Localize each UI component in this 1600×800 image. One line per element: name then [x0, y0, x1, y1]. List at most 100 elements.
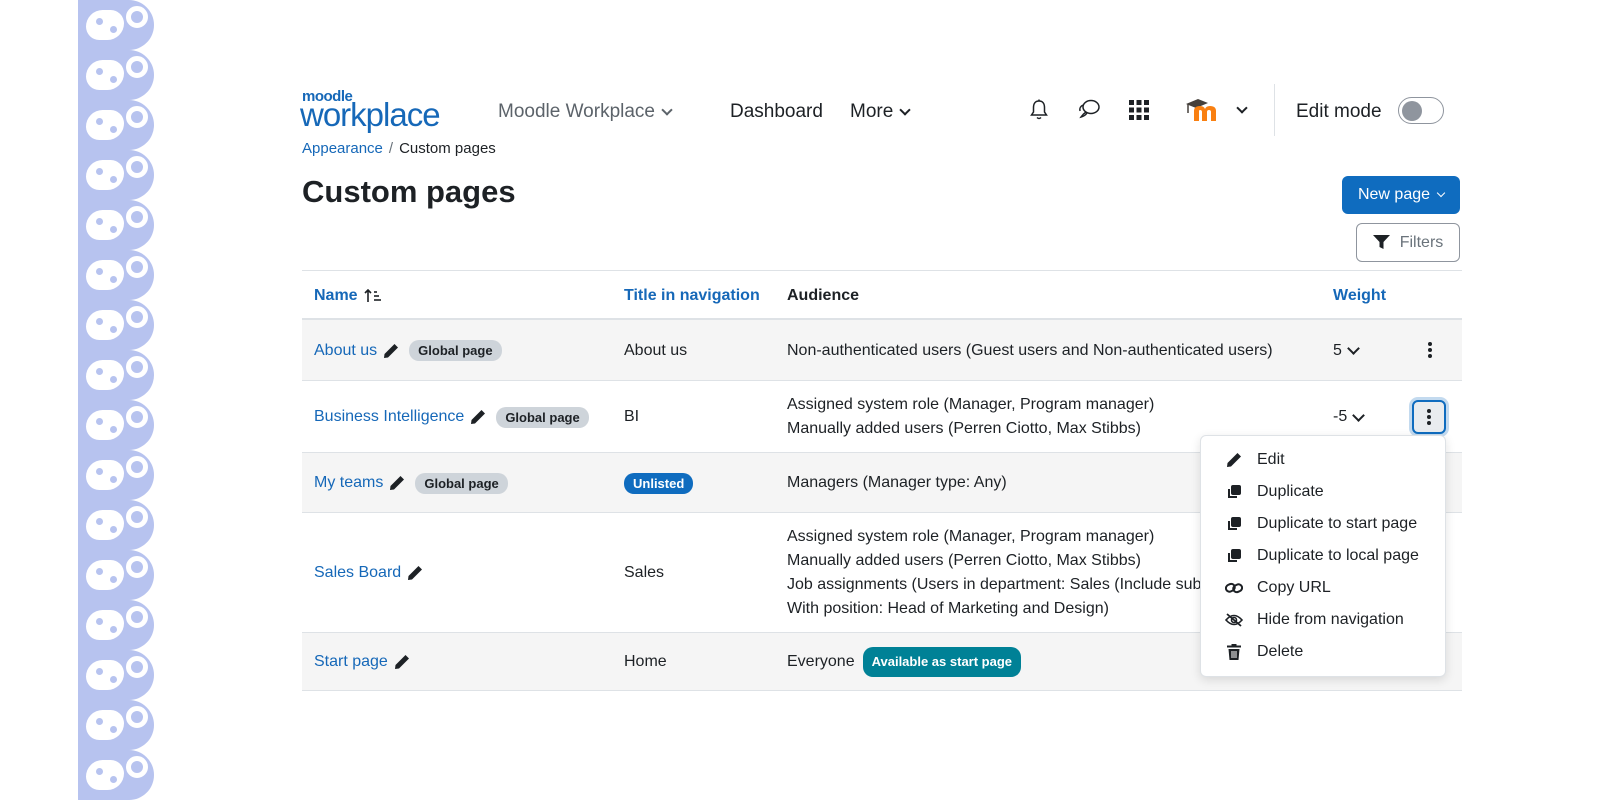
- decorative-shape: [126, 556, 148, 578]
- global-page-badge: Global page: [496, 406, 589, 428]
- copy-icon: [1228, 517, 1241, 530]
- breadcrumb-current: Custom pages: [399, 140, 496, 157]
- copy-icon: [1228, 549, 1241, 562]
- decorative-shape: [86, 310, 124, 340]
- menu-item-duplicate-start[interactable]: Duplicate to start page: [1201, 508, 1445, 540]
- site-logo[interactable]: moodle workplace: [300, 88, 462, 134]
- menu-item-label: Copy URL: [1257, 579, 1331, 596]
- filter-icon: [1372, 235, 1390, 249]
- messages-button[interactable]: [1075, 96, 1103, 124]
- page-name-link[interactable]: My teams: [314, 474, 383, 492]
- filters-button[interactable]: Filters: [1356, 223, 1460, 262]
- edit-mode-toggle[interactable]: [1398, 97, 1444, 124]
- apps-button[interactable]: [1125, 96, 1153, 124]
- decorative-shape: [126, 56, 148, 78]
- decorative-shape: [110, 426, 117, 433]
- page-name-link[interactable]: Business Intelligence: [314, 408, 464, 426]
- decorative-tile: [78, 750, 154, 800]
- edit-name-button[interactable]: [383, 343, 399, 359]
- title-nav-cell: Home: [624, 653, 667, 670]
- breadcrumb-appearance-link[interactable]: Appearance: [302, 140, 383, 157]
- decorative-shape: [126, 156, 148, 178]
- decorative-shape: [110, 626, 117, 633]
- weight-value: 5: [1333, 341, 1342, 359]
- edit-name-button[interactable]: [389, 475, 405, 491]
- trash-icon: [1227, 644, 1241, 660]
- decorative-shape: [110, 376, 117, 383]
- kebab-menu-icon: [1427, 409, 1431, 425]
- nav-dashboard[interactable]: Dashboard: [730, 101, 823, 123]
- menu-item-duplicate[interactable]: Duplicate: [1201, 476, 1445, 508]
- audience-line: Manually added users (Perren Ciotto, Max…: [787, 552, 1141, 569]
- decorative-tile: [78, 300, 154, 350]
- decorative-shape: [110, 576, 117, 583]
- edit-name-button[interactable]: [407, 565, 423, 581]
- decorative-shape: [126, 506, 148, 528]
- decorative-shape: [96, 218, 103, 225]
- chat-icon: [1079, 99, 1100, 119]
- decorative-shape: [126, 406, 148, 428]
- pencil-icon: [390, 476, 405, 490]
- menu-item-hide-nav[interactable]: Hide from navigation: [1201, 604, 1445, 636]
- decorative-shape: [126, 606, 148, 628]
- weight-dropdown[interactable]: 5: [1333, 320, 1360, 381]
- pencil-icon: [384, 343, 399, 358]
- pencil-icon: [471, 410, 486, 424]
- page-name-link[interactable]: Sales Board: [314, 564, 401, 582]
- logo-big-text: workplace: [300, 96, 441, 133]
- pencil-icon: [408, 566, 423, 580]
- column-header-weight[interactable]: Weight: [1333, 287, 1386, 305]
- name-cell: Start page: [314, 633, 420, 691]
- audience-line: Assigned system role (Manager, Program m…: [787, 396, 1155, 413]
- decorative-pattern: [78, 0, 154, 800]
- notifications-button[interactable]: [1025, 96, 1053, 124]
- name-cell: About us Global page: [314, 320, 502, 381]
- name-cell: My teams Global page: [314, 453, 508, 513]
- eye-slash-icon: [1225, 613, 1243, 627]
- start-page-badge: Available as start page: [862, 647, 1022, 677]
- column-header-name[interactable]: Name: [314, 287, 382, 305]
- page-name-link[interactable]: About us: [314, 342, 377, 360]
- page-title: Custom pages: [302, 174, 516, 209]
- menu-item-copy-url[interactable]: Copy URL: [1201, 572, 1445, 604]
- user-avatar[interactable]: [1184, 96, 1220, 124]
- breadcrumb-separator: /: [388, 140, 394, 157]
- edit-name-button[interactable]: [470, 409, 486, 425]
- edit-name-button[interactable]: [394, 654, 410, 670]
- decorative-shape: [126, 6, 148, 28]
- row-actions-button-active[interactable]: [1412, 400, 1446, 434]
- decorative-tile: [78, 600, 154, 650]
- link-icon: [1225, 582, 1243, 594]
- decorative-shape: [126, 356, 148, 378]
- decorative-tile: [78, 400, 154, 450]
- menu-item-label: Duplicate: [1257, 483, 1324, 500]
- nav-more-dropdown[interactable]: More: [850, 101, 911, 123]
- audience-line: Everyone: [787, 653, 855, 670]
- decorative-shape: [86, 660, 124, 690]
- menu-item-duplicate-local[interactable]: Duplicate to local page: [1201, 540, 1445, 572]
- row-actions-button[interactable]: [1413, 333, 1447, 367]
- chevron-down-icon: [899, 104, 911, 116]
- decorative-shape: [110, 726, 117, 733]
- decorative-shape: [86, 210, 124, 240]
- decorative-shape: [110, 226, 117, 233]
- column-header-title-nav[interactable]: Title in navigation: [624, 287, 760, 305]
- user-menu-toggle[interactable]: [1232, 96, 1252, 124]
- audience-line: Non-authenticated users (Guest users and…: [787, 341, 1273, 359]
- decorative-shape: [86, 460, 124, 490]
- nav-dashboard-label: Dashboard: [730, 101, 823, 122]
- audience-line: Job assignments (Users in department: Sa…: [787, 576, 1202, 593]
- menu-item-edit[interactable]: Edit: [1201, 444, 1445, 476]
- site-menu-dropdown[interactable]: Moodle Workplace: [498, 101, 673, 123]
- page-name-link[interactable]: Start page: [314, 653, 388, 671]
- decorative-shape: [86, 410, 124, 440]
- row-actions-menu: Edit Duplicate Duplicate to start page D…: [1200, 435, 1446, 677]
- decorative-tile: [78, 350, 154, 400]
- decorative-shape: [96, 268, 103, 275]
- decorative-shape: [86, 160, 124, 190]
- menu-item-delete[interactable]: Delete: [1201, 636, 1445, 668]
- top-navbar: moodle workplace Moodle Workplace Dashbo…: [300, 84, 1462, 138]
- title-nav-cell: BI: [624, 408, 640, 425]
- decorative-tile: [78, 450, 154, 500]
- new-page-button[interactable]: New page: [1342, 176, 1460, 214]
